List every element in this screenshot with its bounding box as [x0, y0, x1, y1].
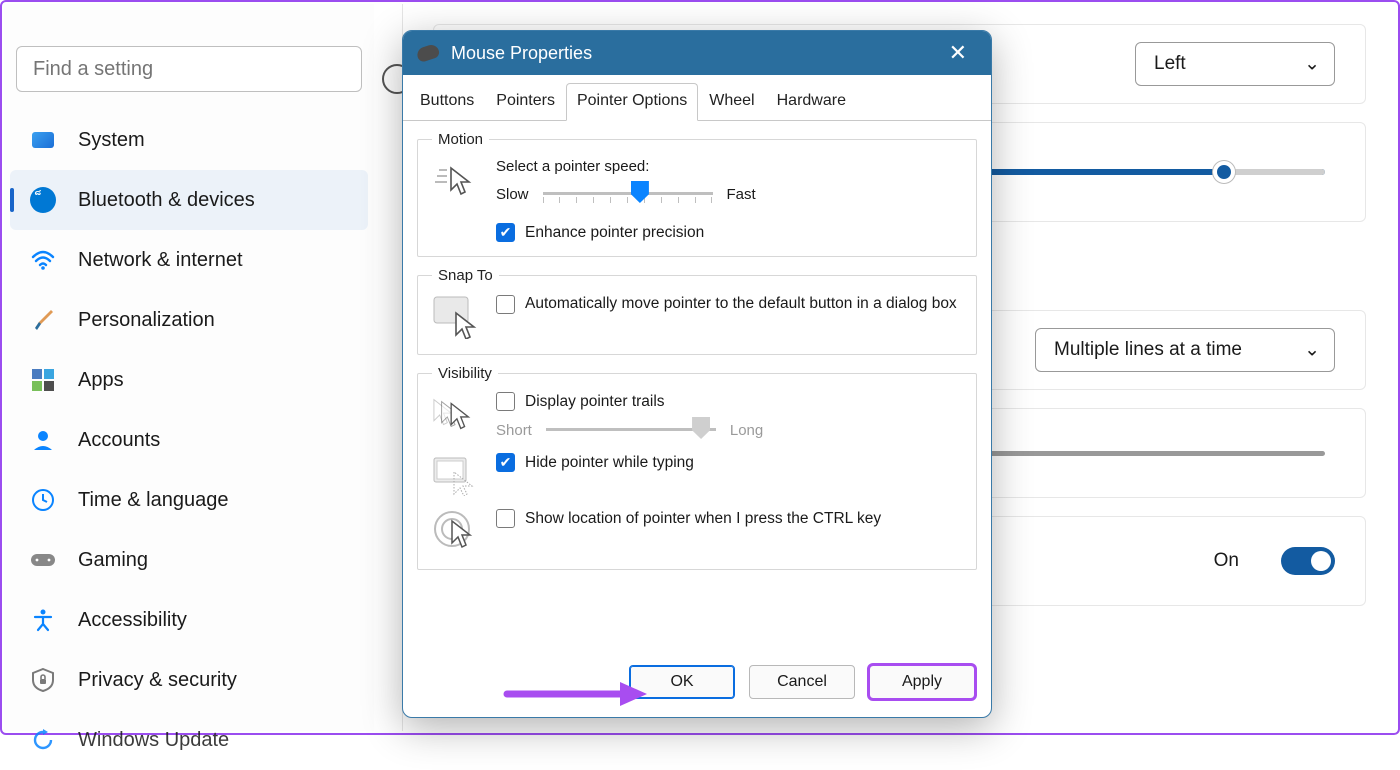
sidebar-item-personalization[interactable]: Personalization — [10, 290, 368, 350]
ok-button[interactable]: OK — [629, 665, 735, 699]
group-snap-to: Snap To Automatically move pointer to th… — [417, 267, 977, 355]
cancel-button[interactable]: Cancel — [749, 665, 855, 699]
wifi-icon — [30, 247, 56, 273]
dialog-titlebar[interactable]: Mouse Properties ✕ — [403, 31, 991, 75]
sidebar-item-label: Accessibility — [78, 609, 187, 632]
sidebar-item-label: Privacy & security — [78, 669, 237, 692]
pointer-speed-slider[interactable] — [543, 181, 713, 207]
tab-buttons[interactable]: Buttons — [409, 83, 485, 120]
paintbrush-icon — [30, 307, 56, 333]
gamepad-icon — [30, 547, 56, 573]
enhance-precision-label: Enhance pointer precision — [525, 224, 704, 242]
tab-pointers[interactable]: Pointers — [485, 83, 566, 120]
mouse-icon — [415, 43, 440, 63]
sidebar-item-label: Gaming — [78, 549, 148, 572]
apply-button[interactable]: Apply — [869, 665, 975, 699]
sidebar-item-accounts[interactable]: Accounts — [10, 410, 368, 470]
dropdown-value: Left — [1154, 53, 1186, 74]
hide-typing-icon — [432, 453, 478, 499]
sync-icon — [30, 727, 56, 753]
group-motion: Motion Select a pointer speed: Slow Fas — [417, 131, 977, 257]
dropdown-value: Multiple lines at a time — [1054, 339, 1242, 360]
group-legend: Snap To — [432, 267, 499, 284]
sidebar-item-label: Network & internet — [78, 249, 243, 272]
pointer-trails-checkbox[interactable] — [496, 392, 515, 411]
mouse-properties-dialog: Mouse Properties ✕ Buttons Pointers Poin… — [402, 30, 992, 718]
dialog-title: Mouse Properties — [451, 43, 592, 64]
sidebar-item-network[interactable]: Network & internet — [10, 230, 368, 290]
group-legend: Visibility — [432, 365, 498, 382]
ctrl-locate-icon — [432, 509, 478, 555]
pointer-trails-label: Display pointer trails — [525, 393, 665, 411]
pointer-speed-icon — [432, 158, 478, 204]
snap-to-icon — [432, 294, 478, 340]
sidebar-item-label: Bluetooth & devices — [78, 189, 255, 212]
scroll-mode-dropdown[interactable]: Multiple lines at a time ⌄ — [1035, 328, 1335, 372]
slow-label: Slow — [496, 186, 529, 203]
snap-to-label: Automatically move pointer to the defaul… — [525, 294, 957, 315]
search-input[interactable] — [16, 46, 362, 92]
toggle-state-label: On — [1214, 550, 1239, 572]
sidebar-item-label: Apps — [78, 369, 124, 392]
bluetooth-icon: ็ — [30, 187, 56, 213]
apps-grid-icon — [30, 367, 56, 393]
sidebar-item-label: Accounts — [78, 429, 160, 452]
chevron-down-icon: ⌄ — [1304, 53, 1320, 76]
tab-hardware[interactable]: Hardware — [766, 83, 857, 120]
fast-label: Fast — [727, 186, 756, 203]
pointer-trails-icon — [432, 392, 478, 438]
hide-while-typing-label: Hide pointer while typing — [525, 454, 694, 472]
sidebar-item-label: Personalization — [78, 309, 215, 332]
sidebar-item-label: System — [78, 129, 145, 152]
ctrl-locate-label: Show location of pointer when I press th… — [525, 510, 881, 528]
close-button[interactable]: ✕ — [939, 34, 977, 72]
sidebar-item-system[interactable]: System — [10, 110, 368, 170]
sidebar-item-gaming[interactable]: Gaming — [10, 530, 368, 590]
person-icon — [30, 427, 56, 453]
sidebar-item-label: Time & language — [78, 489, 228, 512]
sidebar-item-bluetooth-devices[interactable]: ็ Bluetooth & devices — [10, 170, 368, 230]
trail-length-slider — [546, 417, 716, 443]
dialog-tabs: Buttons Pointers Pointer Options Wheel H… — [403, 75, 991, 121]
sidebar-item-privacy[interactable]: Privacy & security — [10, 650, 368, 710]
enhance-precision-checkbox[interactable]: ✔ — [496, 223, 515, 242]
settings-sidebar: System ็ Bluetooth & devices Network & i… — [4, 4, 374, 731]
short-label: Short — [496, 422, 532, 439]
hide-while-typing-checkbox[interactable]: ✔ — [496, 453, 515, 472]
accessibility-icon — [30, 607, 56, 633]
pointer-speed-label: Select a pointer speed: — [496, 158, 962, 175]
long-label: Long — [730, 422, 763, 439]
dialog-footer: OK Cancel Apply — [403, 653, 991, 717]
ctrl-locate-checkbox[interactable] — [496, 509, 515, 528]
tab-wheel[interactable]: Wheel — [698, 83, 765, 120]
clock-globe-icon — [30, 487, 56, 513]
scroll-inactive-toggle[interactable] — [1281, 547, 1335, 575]
sidebar-item-label: Windows Update — [78, 729, 229, 752]
group-legend: Motion — [432, 131, 489, 148]
group-visibility: Visibility Display pointer trails Short — [417, 365, 977, 570]
sidebar-item-time-language[interactable]: Time & language — [10, 470, 368, 530]
sidebar-item-windows-update[interactable]: Windows Update — [10, 710, 368, 770]
sidebar-item-accessibility[interactable]: Accessibility — [10, 590, 368, 650]
monitor-icon — [30, 127, 56, 153]
chevron-down-icon: ⌄ — [1304, 339, 1320, 362]
tab-pointer-options[interactable]: Pointer Options — [566, 83, 698, 121]
primary-mouse-button-dropdown[interactable]: Left ⌄ — [1135, 42, 1335, 86]
shield-lock-icon — [30, 667, 56, 693]
sidebar-item-apps[interactable]: Apps — [10, 350, 368, 410]
snap-to-checkbox[interactable] — [496, 295, 515, 314]
